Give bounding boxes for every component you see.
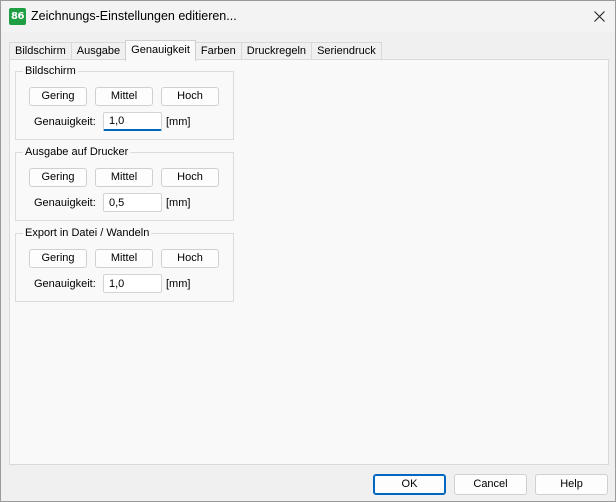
cancel-button[interactable]: Cancel (454, 474, 527, 495)
unit-label: [mm] (166, 278, 191, 290)
gering-button[interactable]: Gering (29, 168, 87, 187)
tab-bildschirm[interactable]: Bildschirm (9, 42, 72, 60)
help-button[interactable]: Help (535, 474, 608, 495)
dialog-window: 86 Zeichnungs-Einstellungen editieren...… (0, 0, 616, 502)
mittel-button[interactable]: Mittel (95, 87, 153, 106)
tab-druckregeln[interactable]: Druckregeln (240, 42, 313, 60)
group-title: Export in Datei / Wandeln (23, 226, 152, 240)
tab-farben[interactable]: Farben (194, 42, 242, 60)
group-bildschirm: Bildschirm Gering Mittel Hoch Genauigkei… (15, 64, 234, 140)
accuracy-label: Genauigkeit: (34, 116, 96, 128)
group-title: Bildschirm (23, 64, 78, 78)
group-export-datei: Export in Datei / Wandeln Gering Mittel … (15, 226, 234, 302)
accuracy-label: Genauigkeit: (34, 197, 96, 209)
accuracy-label: Genauigkeit: (34, 278, 96, 290)
mittel-button[interactable]: Mittel (95, 168, 153, 187)
close-button[interactable] (583, 1, 615, 32)
dialog-footer: OK Cancel Help (1, 465, 615, 501)
unit-label: [mm] (166, 116, 191, 128)
accuracy-input-drucker[interactable] (103, 193, 162, 212)
tab-strip: Bildschirm Ausgabe Genauigkeit Farben Dr… (9, 40, 382, 61)
gering-button[interactable]: Gering (29, 87, 87, 106)
tab-ausgabe[interactable]: Ausgabe (70, 42, 127, 60)
mittel-button[interactable]: Mittel (95, 249, 153, 268)
app-icon: 86 (9, 8, 26, 25)
ok-button[interactable]: OK (373, 474, 446, 495)
accuracy-input-bildschirm[interactable] (103, 112, 162, 131)
tab-genauigkeit[interactable]: Genauigkeit (125, 40, 196, 61)
close-icon (593, 11, 605, 22)
title-bar: 86 Zeichnungs-Einstellungen editieren... (1, 1, 615, 32)
window-title: Zeichnungs-Einstellungen editieren... (31, 9, 237, 23)
hoch-button[interactable]: Hoch (161, 87, 219, 106)
group-title: Ausgabe auf Drucker (23, 145, 131, 159)
unit-label: [mm] (166, 197, 191, 209)
accuracy-input-export[interactable] (103, 274, 162, 293)
hoch-button[interactable]: Hoch (161, 249, 219, 268)
gering-button[interactable]: Gering (29, 249, 87, 268)
tab-seriendruck[interactable]: Seriendruck (311, 42, 382, 60)
tab-panel-genauigkeit: Bildschirm Gering Mittel Hoch Genauigkei… (9, 59, 609, 465)
hoch-button[interactable]: Hoch (161, 168, 219, 187)
group-ausgabe-drucker: Ausgabe auf Drucker Gering Mittel Hoch G… (15, 145, 234, 221)
